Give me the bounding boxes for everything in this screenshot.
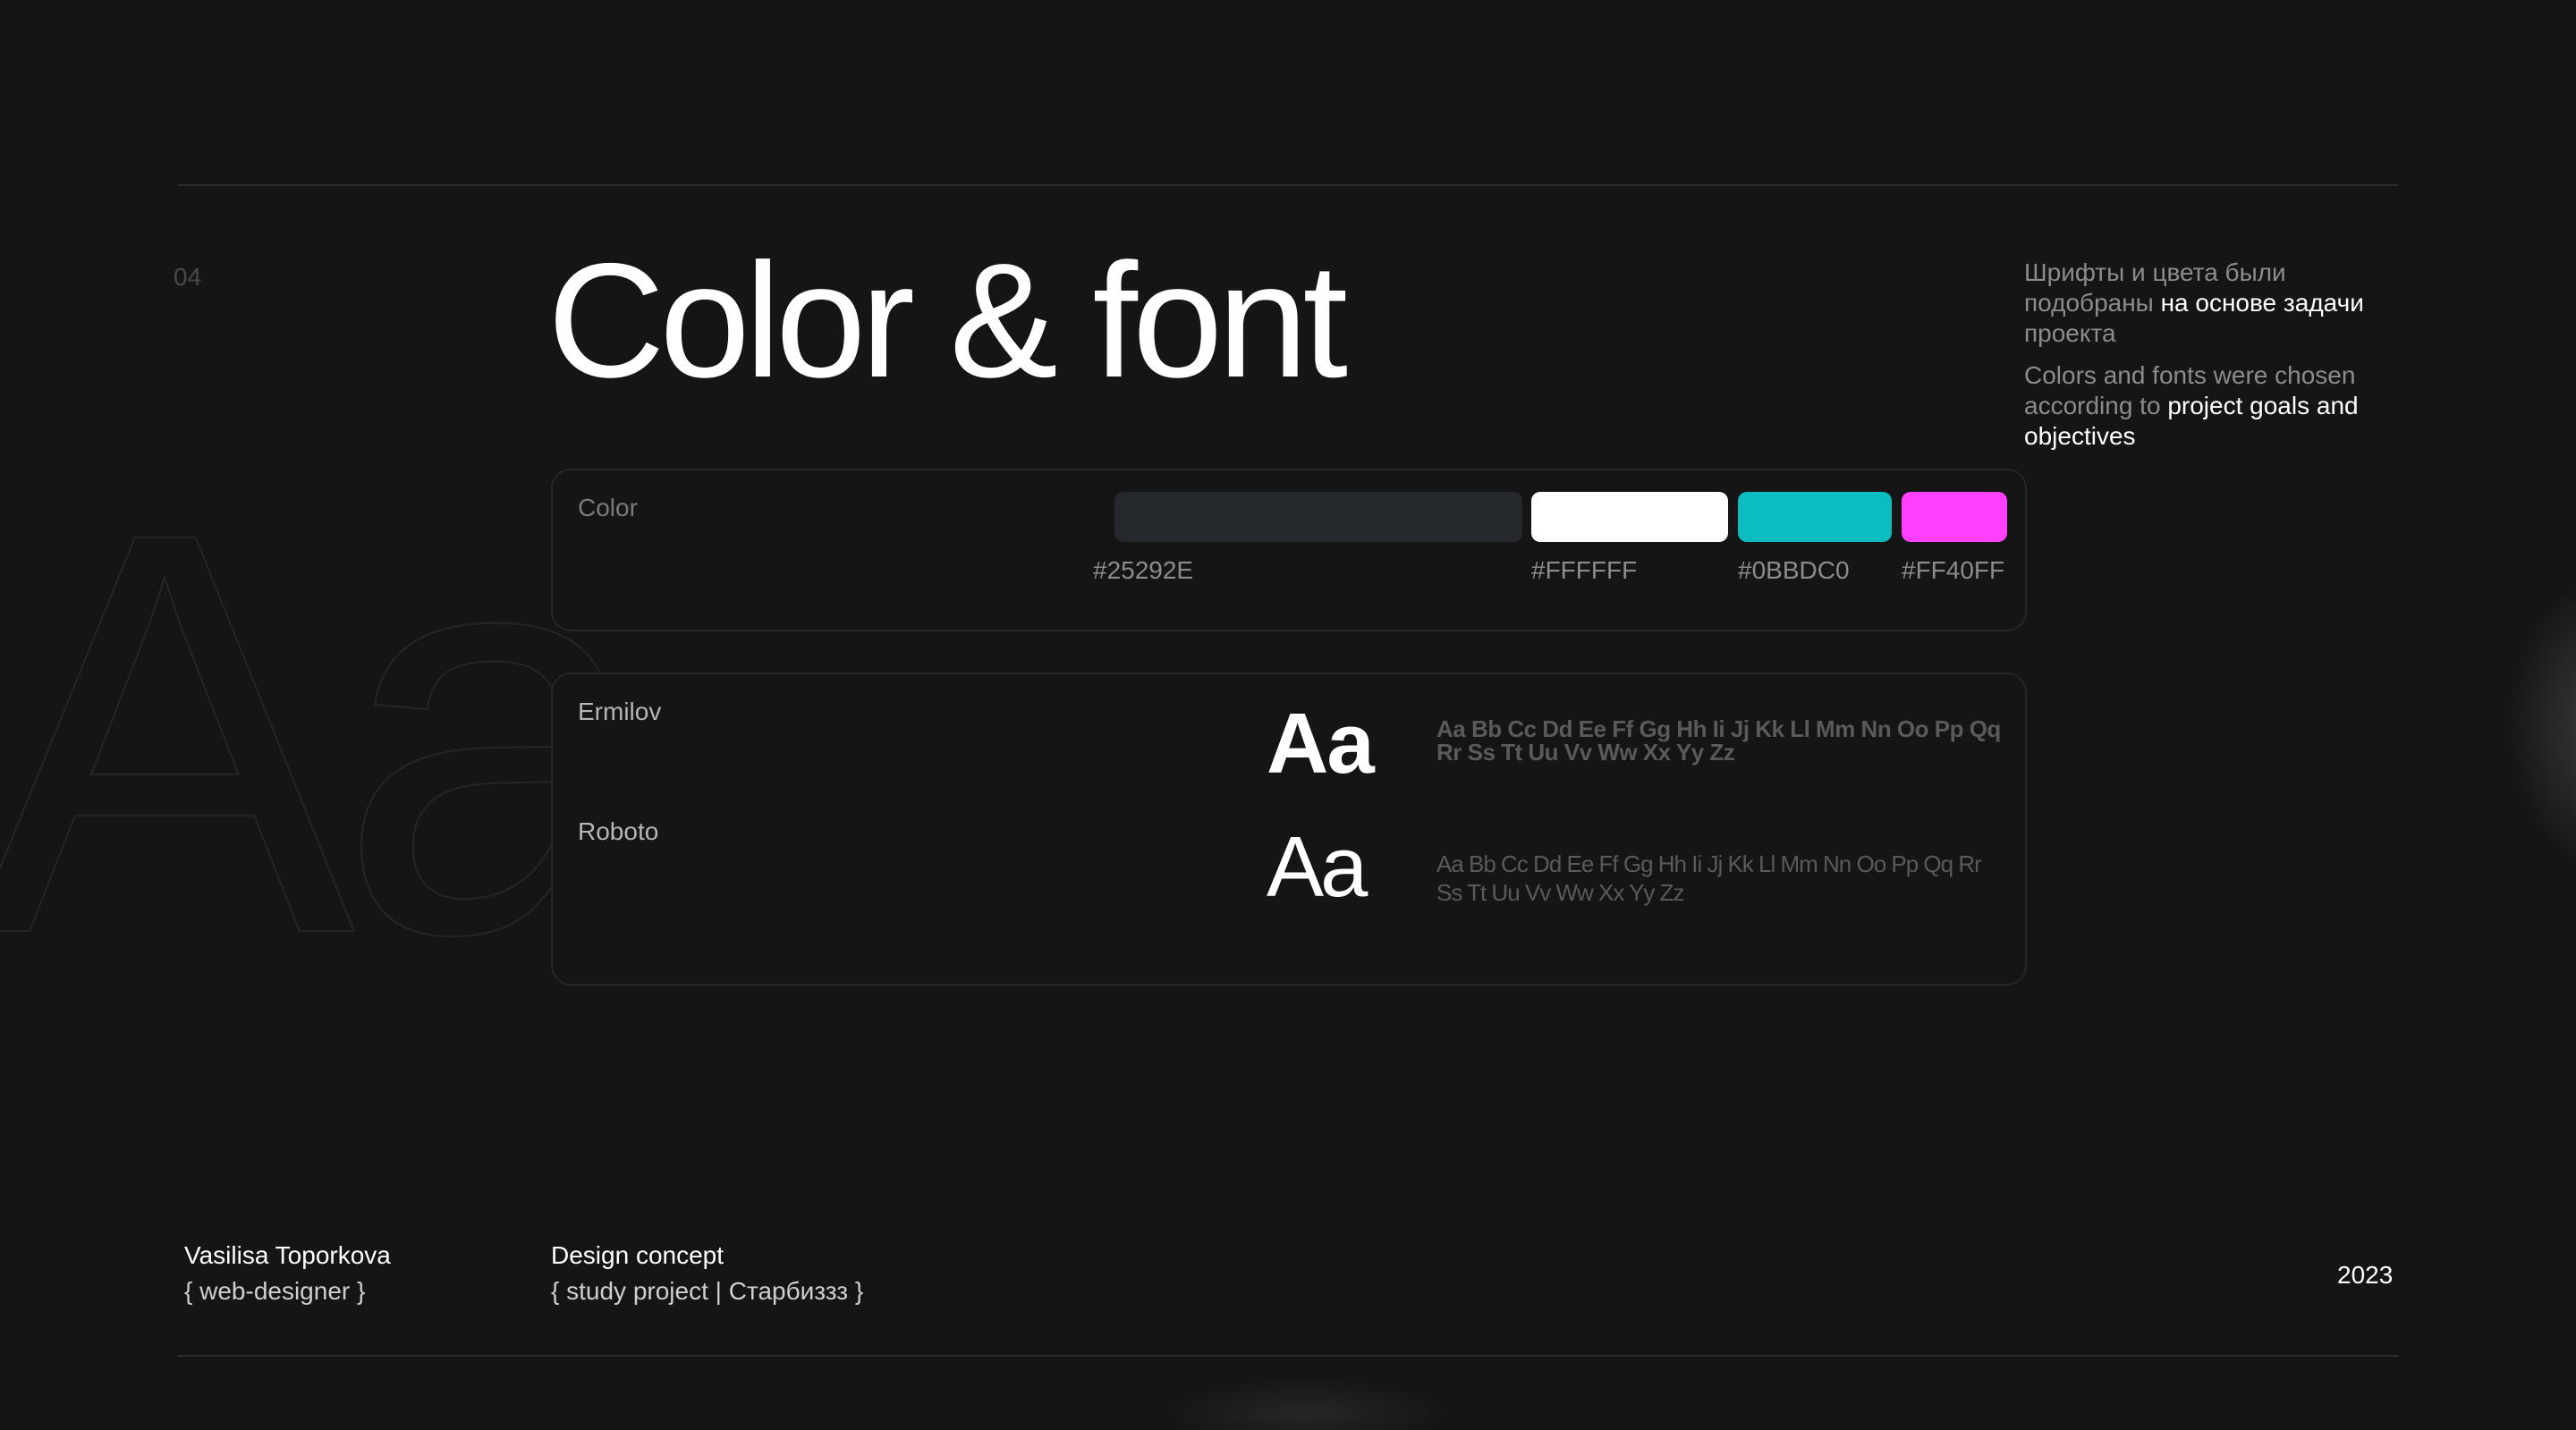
project-subtitle: { study project | Старбиззз } — [551, 1277, 864, 1305]
description-ru-tail: проекта — [2024, 319, 2116, 347]
swatch-cyan — [1738, 492, 1892, 542]
footer-project: Design concept { study project | Старбиз… — [551, 1238, 863, 1309]
footer-year: 2023 — [2337, 1261, 2394, 1289]
font-name-ermilov: Ermilov — [578, 698, 662, 725]
swatch-magenta — [1902, 492, 2007, 542]
swatch-dark — [1114, 492, 1522, 542]
color-card-label: Color — [578, 494, 638, 521]
noise-texture-right — [2504, 572, 2576, 876]
author-role: { web-designer } — [184, 1277, 366, 1305]
font-sample-roboto: Aa — [1267, 819, 1368, 915]
page-number: 04 — [174, 263, 202, 291]
swatch-cyan-code: #0BBDC0 — [1738, 556, 1850, 584]
top-divider — [177, 184, 2399, 186]
description-ru: Шрифты и цвета были подобраны на основе … — [2024, 258, 2400, 349]
color-card: Color #25292E #FFFFFF #0BBDC0 #FF40FF — [551, 469, 2027, 631]
swatch-white-code: #FFFFFF — [1531, 556, 1638, 584]
noise-texture-bottom — [1163, 1377, 1449, 1430]
background-aa-glyph: Aa — [0, 413, 657, 1053]
author-name: Vasilisa Toporkova — [184, 1241, 391, 1269]
alphabet-roboto: Aa Bb Cc Dd Ee Ff Gg Hh Ii Jj Kk Ll Mm N… — [1436, 850, 1982, 906]
footer-author: Vasilisa Toporkova { web-designer } — [184, 1238, 391, 1309]
swatch-magenta-code: #FF40FF — [1902, 556, 2005, 584]
swatch-dark-code: #25292E — [1093, 556, 1194, 584]
swatch-white — [1531, 492, 1728, 542]
font-sample-ermilov: Aa — [1267, 696, 1375, 791]
description-en: Colors and fonts were chosen according t… — [2024, 360, 2400, 452]
project-title: Design concept — [551, 1241, 724, 1269]
bottom-divider — [177, 1355, 2399, 1357]
page-title: Color & font — [547, 229, 1348, 411]
alphabet-ermilov: Aa Bb Cc Dd Ee Ff Gg Hh Ii Jj Kk Ll Mm N… — [1436, 715, 2001, 766]
description-ru-highlight: на основе задачи — [2160, 289, 2364, 317]
font-name-roboto: Roboto — [578, 817, 659, 845]
font-card: Ermilov Aa Aa Bb Cc Dd Ee Ff Gg Hh Ii Jj… — [551, 673, 2027, 986]
